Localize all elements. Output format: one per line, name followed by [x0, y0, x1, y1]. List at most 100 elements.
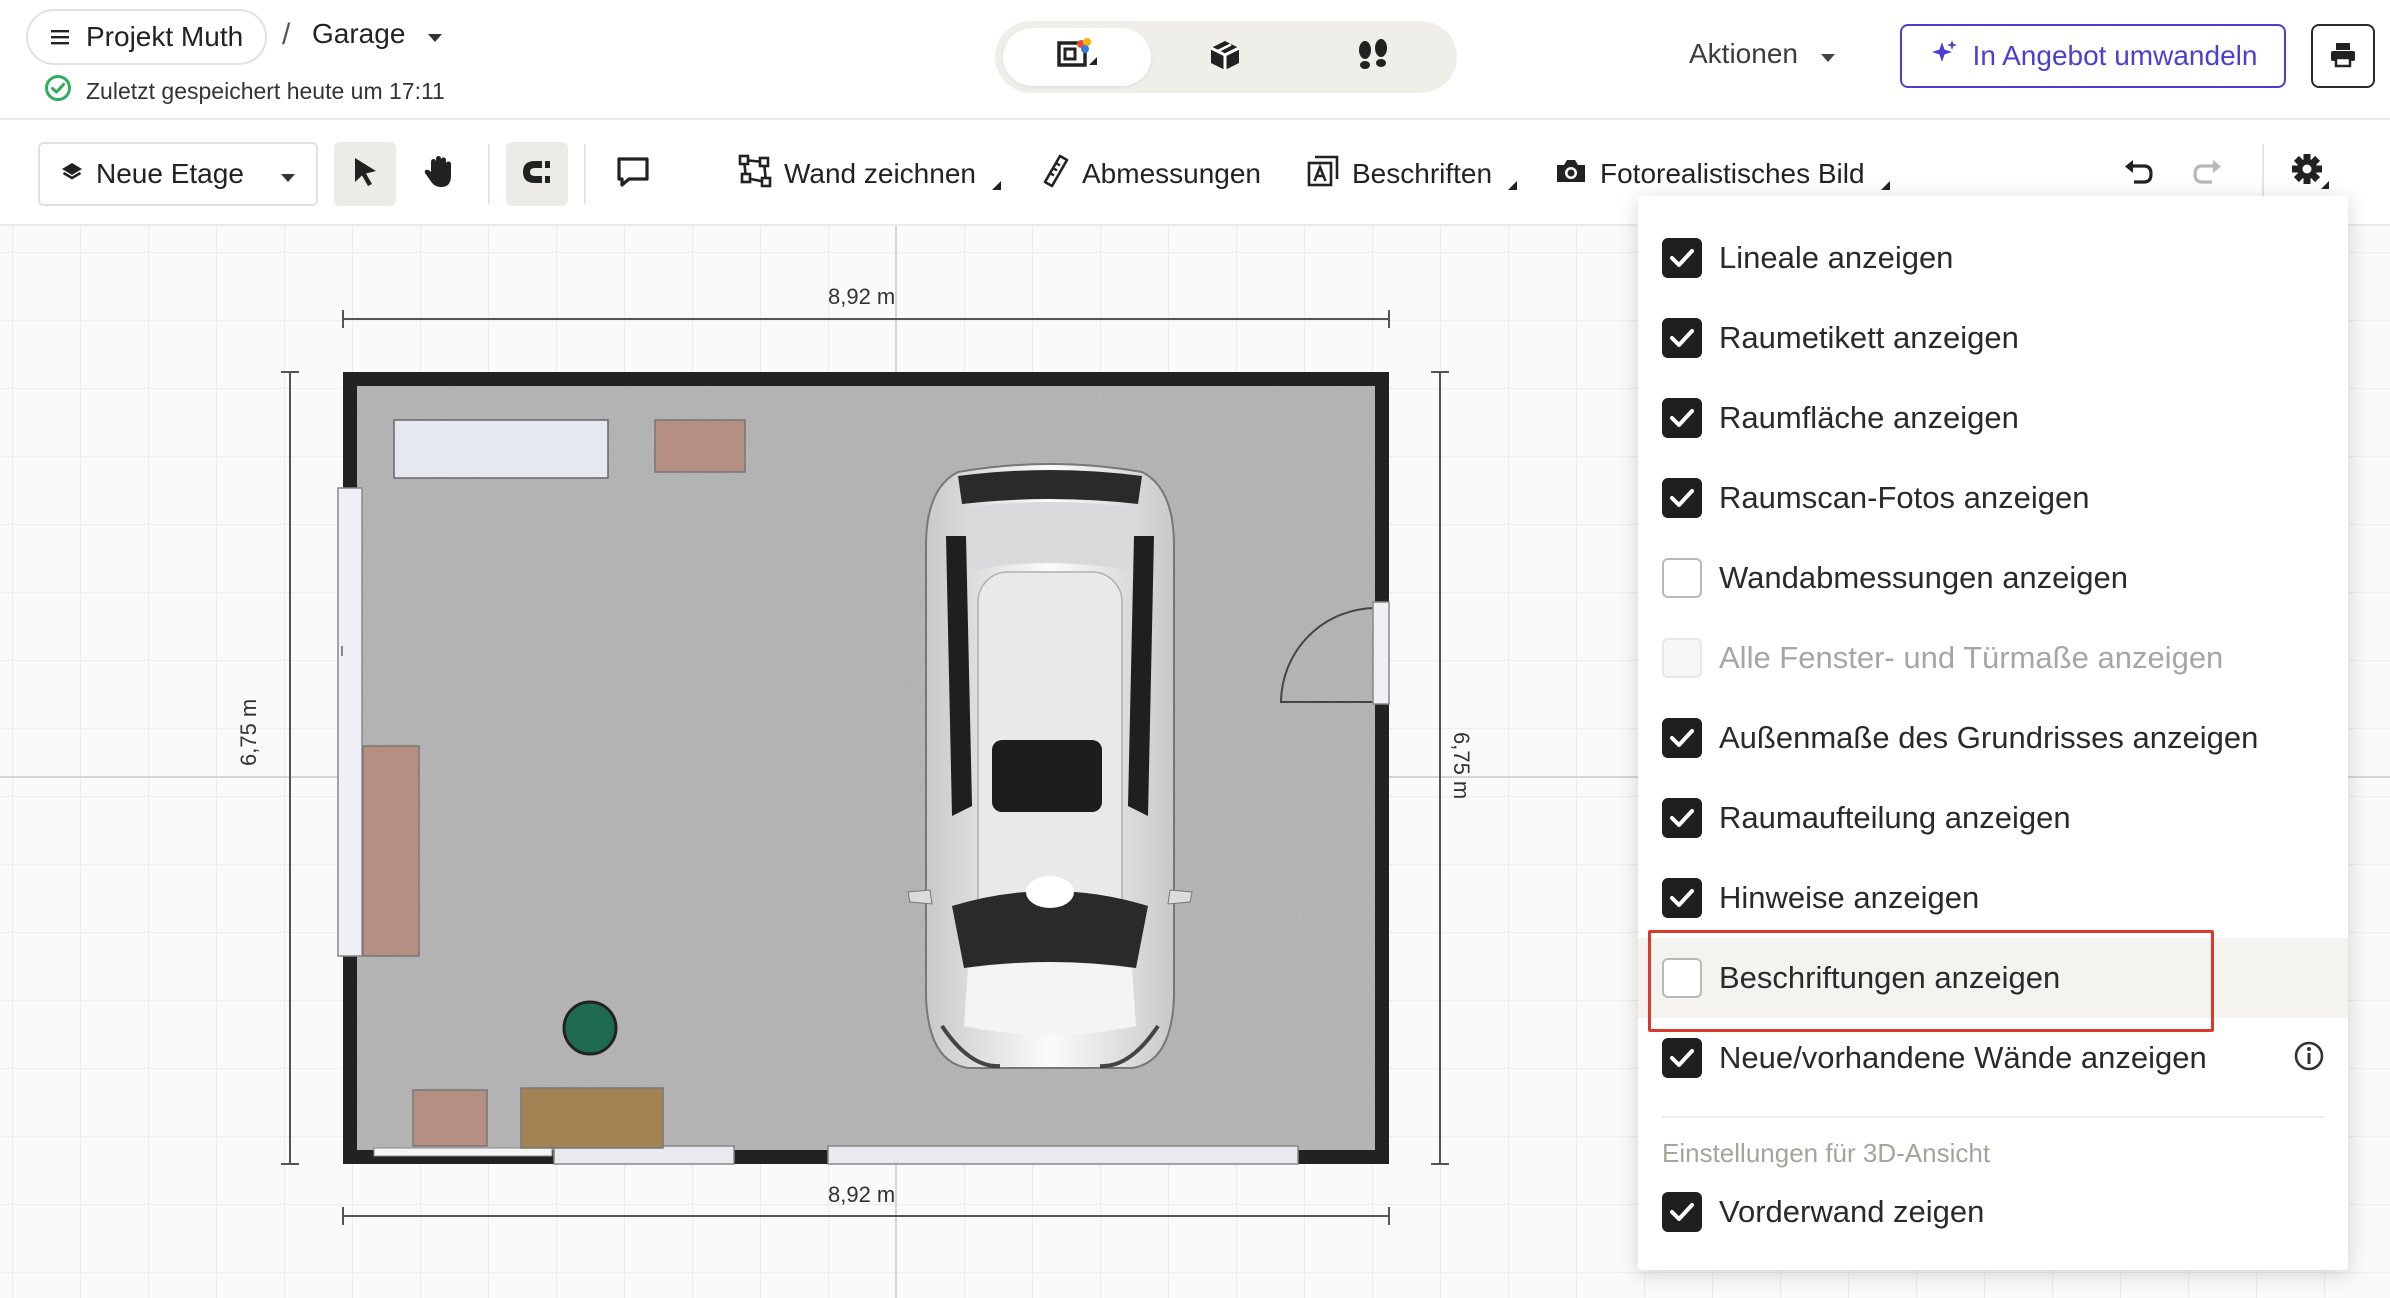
view-2d-button[interactable]	[1003, 28, 1151, 86]
annotate-tool[interactable]: Beschriften	[1306, 154, 1518, 195]
pan-tool-button[interactable]	[408, 142, 470, 206]
top-header: Projekt Muth / Garage Zuletzt gespeicher…	[0, 0, 2390, 120]
menu-item-room-layout[interactable]: Raumaufteilung anzeigen	[1638, 778, 2348, 858]
3d-box-icon	[1208, 38, 1242, 77]
menu-item-label: Raumfläche anzeigen	[1719, 400, 2019, 435]
wall-polyline-icon	[738, 154, 772, 195]
checkbox-room-scan-photos[interactable]	[1662, 478, 1702, 518]
offer-button-label: In Angebot umwandeln	[1972, 40, 2258, 71]
dimension-bottom-label: 8,92 m	[828, 1182, 896, 1207]
actions-label: Aktionen	[1689, 38, 1798, 69]
window-left[interactable]	[337, 487, 363, 957]
cursor-arrow-icon	[349, 155, 381, 194]
select-tool-button[interactable]	[334, 142, 396, 206]
floor-planner-app: Projekt Muth / Garage Zuletzt gespeicher…	[0, 0, 2390, 1298]
menu-item-label: Raumaufteilung anzeigen	[1719, 800, 2071, 835]
breadcrumb-separator: /	[282, 18, 291, 51]
toolbar-divider	[488, 144, 490, 204]
draw-wall-tool[interactable]: Wand zeichnen	[738, 154, 1001, 194]
magnet-icon	[520, 157, 554, 192]
view-mode-switch	[995, 21, 1457, 93]
checkbox-room-area[interactable]	[1662, 398, 1702, 438]
walkthrough-icon	[1355, 38, 1391, 77]
undo-icon	[2120, 157, 2154, 192]
checkbox-window-door-dimensions	[1662, 638, 1702, 678]
chevron-down-icon	[280, 158, 296, 190]
round-bin[interactable]	[562, 1000, 618, 1056]
save-status-text: Zuletzt gespeichert heute um 17:11	[86, 77, 445, 104]
chevron-down-icon	[427, 18, 443, 50]
wooden-table[interactable]	[520, 1087, 664, 1149]
snap-magnet-button[interactable]	[506, 142, 568, 206]
print-button[interactable]	[2311, 24, 2375, 88]
checkbox-outer-dimensions[interactable]	[1662, 718, 1702, 758]
photoreal-render-tool[interactable]: Fotorealistisches Bild	[1554, 154, 1890, 194]
menu-item-wall-dimensions[interactable]: Wandabmessungen anzeigen	[1638, 538, 2348, 618]
checkbox-hints[interactable]	[1662, 878, 1702, 918]
view-3d-button[interactable]	[1151, 28, 1299, 86]
hamburger-icon	[50, 21, 70, 53]
comment-tool-button[interactable]	[602, 142, 664, 206]
draw-wall-label: Wand zeichnen	[784, 158, 976, 189]
menu-divider	[1662, 1116, 2324, 1118]
room-name: Garage	[312, 18, 406, 49]
view-walk-button[interactable]	[1299, 28, 1447, 86]
menu-item-room-area[interactable]: Raumfläche anzeigen	[1638, 378, 2348, 458]
project-menu-button[interactable]: Projekt Muth	[26, 9, 268, 65]
checkbox-room-tag[interactable]	[1662, 318, 1702, 358]
menu-item-label: Hinweise anzeigen	[1719, 880, 1980, 915]
menu-item-room-scan-photos[interactable]: Raumscan-Fotos anzeigen	[1638, 458, 2348, 538]
floor-select-label: Neue Etage	[96, 158, 244, 189]
menu-item-label: Lineale anzeigen	[1719, 240, 1954, 275]
actions-menu[interactable]: Aktionen	[1689, 38, 1836, 70]
room-select[interactable]: Garage	[312, 18, 443, 50]
checkbox-wall-dimensions[interactable]	[1662, 558, 1702, 598]
convert-to-offer-button[interactable]: In Angebot umwandeln	[1900, 24, 2286, 88]
menu-item-label: Außenmaße des Grundrisses anzeigen	[1719, 720, 2259, 755]
checkbox-rulers[interactable]	[1662, 238, 1702, 278]
ruler-pencil-icon	[1040, 154, 1070, 195]
car-top-view[interactable]	[907, 463, 1193, 1069]
checkbox-room-layout[interactable]	[1662, 798, 1702, 838]
workbench-white[interactable]	[393, 419, 609, 479]
submenu-corner-icon	[1880, 180, 1890, 190]
gear-icon	[2291, 153, 2331, 196]
camera-icon	[1554, 156, 1588, 193]
save-status: Zuletzt gespeichert heute um 17:11	[44, 74, 445, 108]
menu-item-room-tag[interactable]: Raumetikett anzeigen	[1638, 298, 2348, 378]
redo-icon	[2192, 157, 2226, 192]
hand-icon	[422, 154, 456, 195]
shelf-left[interactable]	[362, 745, 420, 957]
menu-item-label: Raumetikett anzeigen	[1719, 320, 2019, 355]
dimensions-tool[interactable]: Abmessungen	[1040, 154, 1261, 194]
checkbox-new-existing-walls[interactable]	[1662, 1038, 1702, 1078]
speech-bubble-icon	[615, 155, 651, 194]
box-small[interactable]	[412, 1089, 488, 1147]
checkbox-front-wall[interactable]	[1662, 1192, 1702, 1232]
chevron-down-icon	[1820, 38, 1836, 70]
floor-select[interactable]: Neue Etage	[38, 142, 318, 206]
toolbar-divider	[584, 144, 586, 204]
menu-item-window-door-dimensions: Alle Fenster- und Türmaße anzeigen	[1638, 618, 2348, 698]
sparkle-icon	[1929, 38, 1959, 75]
dimension-top-label: 8,92 m	[828, 284, 896, 309]
menu-item-front-wall[interactable]: Vorderwand zeigen	[1638, 1172, 2348, 1252]
menu-item-rulers[interactable]: Lineale anzeigen	[1638, 218, 2348, 298]
garage-door[interactable]	[827, 1145, 1299, 1165]
view-settings-dropdown: Lineale anzeigen Raumetikett anzeigen Raum…	[1638, 196, 2348, 1270]
info-icon[interactable]	[2292, 1039, 2326, 1078]
cabinet-small[interactable]	[654, 419, 746, 473]
dimension-right-label: 6,75 m	[1449, 732, 1474, 800]
highlight-annotation	[1648, 930, 2214, 1032]
submenu-corner-icon	[991, 180, 1001, 190]
menu-item-label: Alle Fenster- und Türmaße anzeigen	[1719, 640, 2224, 675]
dimension-left-label: 6,75 m	[236, 698, 261, 766]
menu-item-outer-dimensions[interactable]: Außenmaße des Grundrisses anzeigen	[1638, 698, 2348, 778]
photoreal-label: Fotorealistisches Bild	[1600, 158, 1865, 189]
layers-icon	[60, 158, 84, 190]
menu-item-label: Wandabmessungen anzeigen	[1719, 560, 2129, 595]
2d-plan-icon	[1051, 35, 1103, 80]
menu-item-hints[interactable]: Hinweise anzeigen	[1638, 858, 2348, 938]
text-label-icon	[1306, 154, 1340, 195]
menu-item-label: Raumscan-Fotos anzeigen	[1719, 480, 2090, 515]
